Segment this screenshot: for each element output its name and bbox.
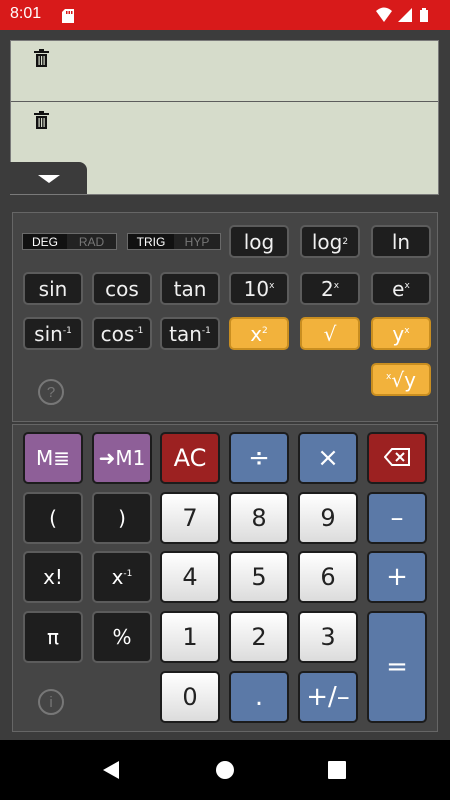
- multiply-button[interactable]: ×: [298, 432, 358, 484]
- exp-button[interactable]: ex: [371, 272, 431, 305]
- backspace-button[interactable]: [367, 432, 427, 484]
- deg-option[interactable]: DEG: [23, 234, 67, 249]
- three-button[interactable]: 3: [298, 611, 358, 663]
- acos-button[interactable]: cos -1: [92, 317, 152, 350]
- close-paren-button[interactable]: ): [92, 492, 152, 544]
- arrow-right-icon: ➜: [98, 446, 116, 470]
- home-icon[interactable]: [215, 760, 235, 784]
- asin-button[interactable]: sin -1: [23, 317, 83, 350]
- minus-button[interactable]: –: [367, 492, 427, 544]
- navigation-bar: [0, 740, 450, 800]
- clear-button[interactable]: AC: [160, 432, 220, 484]
- battery-icon: [420, 8, 428, 22]
- root-button[interactable]: x √y: [371, 363, 431, 396]
- function-mode-toggle[interactable]: TRIG HYP: [127, 233, 221, 250]
- hyp-option[interactable]: HYP: [174, 234, 220, 249]
- log2-button[interactable]: log 2: [300, 225, 360, 258]
- square-button[interactable]: x2: [229, 317, 289, 350]
- history-toggle-button[interactable]: [10, 162, 87, 194]
- history-divider: [11, 101, 438, 102]
- eight-button[interactable]: 8: [229, 492, 289, 544]
- status-time: 8:01: [10, 5, 42, 22]
- sd-card-icon: [62, 8, 74, 27]
- backspace-icon: [383, 444, 410, 472]
- rad-option[interactable]: RAD: [67, 234, 116, 249]
- signal-icon: [398, 8, 412, 22]
- open-paren-button[interactable]: (: [23, 492, 83, 544]
- seven-button[interactable]: 7: [160, 492, 220, 544]
- recents-icon[interactable]: [328, 761, 346, 783]
- pow10-button[interactable]: 10 x: [229, 272, 289, 305]
- nine-button[interactable]: 9: [298, 492, 358, 544]
- pi-button[interactable]: π: [23, 611, 83, 663]
- trash-icon[interactable]: [34, 49, 49, 71]
- percent-button[interactable]: %: [92, 611, 152, 663]
- four-button[interactable]: 4: [160, 551, 220, 603]
- atan-button[interactable]: tan -1: [160, 317, 220, 350]
- wifi-icon: [376, 7, 392, 22]
- trig-option[interactable]: TRIG: [128, 234, 174, 249]
- plus-button[interactable]: +: [367, 551, 427, 603]
- status-icons: [376, 7, 438, 27]
- help-icon[interactable]: ?: [38, 379, 64, 405]
- memory-store-button[interactable]: ➜ M1: [92, 432, 152, 484]
- zero-button[interactable]: 0: [160, 671, 220, 723]
- six-button[interactable]: 6: [298, 551, 358, 603]
- tan-button[interactable]: tan: [160, 272, 220, 305]
- power-button[interactable]: yx: [371, 317, 431, 350]
- ln-button[interactable]: ln: [371, 225, 431, 258]
- sqrt-button[interactable]: √: [300, 317, 360, 350]
- divide-button[interactable]: ÷: [229, 432, 289, 484]
- one-button[interactable]: 1: [160, 611, 220, 663]
- angle-mode-toggle[interactable]: DEG RAD: [22, 233, 117, 250]
- sin-button[interactable]: sin: [23, 272, 83, 305]
- pow2-button[interactable]: 2x: [300, 272, 360, 305]
- factorial-button[interactable]: x!: [23, 551, 83, 603]
- cos-button[interactable]: cos: [92, 272, 152, 305]
- five-button[interactable]: 5: [229, 551, 289, 603]
- memory-list-button[interactable]: M≣: [23, 432, 83, 484]
- log-button[interactable]: log: [229, 225, 289, 258]
- chevron-down-icon: [38, 175, 60, 183]
- info-icon[interactable]: i: [38, 689, 64, 715]
- status-bar: 8:01: [0, 0, 450, 30]
- decimal-button[interactable]: .: [229, 671, 289, 723]
- trash-icon[interactable]: [34, 111, 49, 133]
- back-icon[interactable]: [101, 760, 121, 784]
- equals-button[interactable]: =: [367, 611, 427, 723]
- two-button[interactable]: 2: [229, 611, 289, 663]
- reciprocal-button[interactable]: x -1: [92, 551, 152, 603]
- sign-toggle-button[interactable]: +/–: [298, 671, 358, 723]
